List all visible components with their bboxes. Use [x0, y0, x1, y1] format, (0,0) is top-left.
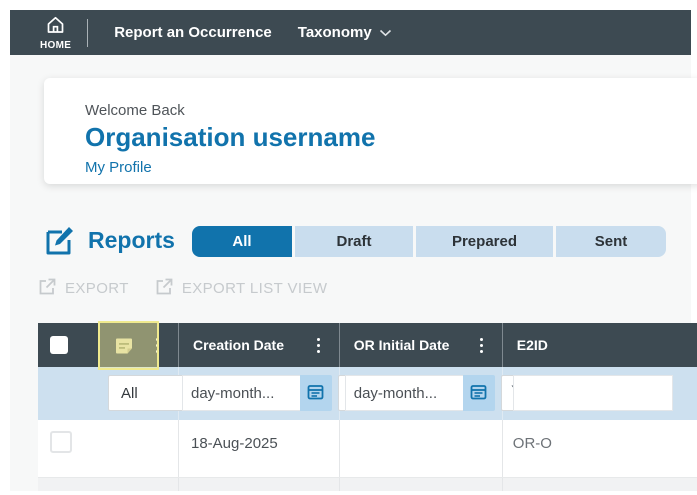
home-label: HOME: [40, 40, 71, 51]
filter-creation-date-cell: [179, 367, 340, 420]
export-list-view-label: EXPORT LIST VIEW: [182, 280, 328, 297]
page: HOME Report an Occurrence Taxonomy Welco…: [10, 10, 691, 491]
header-or-initial-date[interactable]: OR Initial Date: [340, 323, 503, 367]
top-nav-bar: HOME Report an Occurrence Taxonomy: [10, 10, 691, 55]
e2id-filter-input[interactable]: [513, 375, 673, 411]
calendar-icon: [306, 382, 325, 404]
chevron-down-icon: [379, 29, 392, 37]
nav-taxonomy[interactable]: Taxonomy: [298, 24, 392, 41]
nav-home[interactable]: HOME: [40, 15, 71, 51]
creation-date-label: Creation Date: [179, 337, 284, 353]
row-or-initial-date-cell: [340, 420, 503, 477]
reports-tabs: All Draft Prepared Sent: [192, 226, 666, 257]
my-profile-link[interactable]: My Profile: [85, 159, 152, 176]
tab-draft[interactable]: Draft: [295, 226, 413, 257]
tab-sent[interactable]: Sent: [556, 226, 666, 257]
row-creation-date-cell: 18-Aug-2025: [179, 420, 340, 477]
reports-table: Creation Date OR Initial Date E2ID All: [38, 323, 697, 491]
welcome-greeting: Welcome Back: [85, 102, 697, 119]
app-window: HOME Report an Occurrence Taxonomy Welco…: [0, 0, 697, 495]
nav-taxonomy-label: Taxonomy: [298, 24, 372, 41]
e2id-value: OR-O: [503, 435, 552, 452]
row-select-cell: [38, 420, 179, 477]
creation-date-value: 18-Aug-2025: [179, 435, 278, 452]
e2id-label: E2ID: [503, 337, 548, 353]
header-select-column: [38, 323, 179, 367]
welcome-card: Welcome Back Organisation username My Pr…: [44, 78, 697, 184]
export-icon: [38, 277, 57, 300]
export-icon: [155, 277, 174, 300]
type-filter-value: All: [109, 385, 138, 402]
notes-column-icon[interactable]: [113, 335, 135, 357]
filter-type-cell: All: [38, 367, 179, 420]
export-button[interactable]: EXPORT: [38, 277, 129, 300]
tab-all[interactable]: All: [192, 226, 292, 257]
calendar-button[interactable]: [300, 375, 332, 411]
tab-prepared-label: Prepared: [452, 233, 517, 250]
header-e2id[interactable]: E2ID: [503, 323, 697, 367]
column-menu-button[interactable]: [153, 335, 162, 356]
table-row[interactable]: 18-Aug-2025 OR-O: [38, 420, 697, 478]
calendar-icon: [469, 382, 488, 404]
home-icon: [45, 15, 66, 39]
calendar-button[interactable]: [463, 375, 495, 411]
or-initial-date-label: OR Initial Date: [340, 337, 450, 353]
export-actions: EXPORT EXPORT LIST VIEW: [38, 277, 343, 300]
table-filter-row: All: [38, 367, 697, 420]
tab-draft-label: Draft: [336, 233, 371, 250]
nav-report-an-occurrence[interactable]: Report an Occurrence: [114, 24, 272, 41]
export-label: EXPORT: [65, 280, 129, 297]
nav-report-label: Report an Occurrence: [114, 24, 272, 41]
or-initial-date-filter-input[interactable]: [345, 375, 463, 411]
export-list-view-button[interactable]: EXPORT LIST VIEW: [155, 277, 328, 300]
filter-e2id-cell: [503, 367, 697, 420]
reports-edit-icon: [44, 224, 76, 258]
row-checkbox[interactable]: [50, 431, 72, 453]
select-all-checkbox[interactable]: [50, 336, 68, 354]
reports-title: Reports: [88, 227, 175, 254]
column-menu-button[interactable]: [314, 335, 323, 356]
row-e2id-cell: OR-O: [503, 420, 697, 477]
column-menu-button[interactable]: [477, 335, 486, 356]
table-row-partial: [38, 478, 697, 491]
nav-divider: [87, 19, 88, 47]
filter-or-initial-date-cell: [340, 367, 503, 420]
creation-date-filter-input[interactable]: [182, 375, 300, 411]
tab-all-label: All: [232, 233, 251, 250]
header-creation-date[interactable]: Creation Date: [179, 323, 340, 367]
tab-sent-label: Sent: [595, 233, 628, 250]
welcome-username: Organisation username: [85, 122, 697, 153]
table-header-row: Creation Date OR Initial Date E2ID: [38, 323, 697, 367]
tab-prepared[interactable]: Prepared: [416, 226, 553, 257]
